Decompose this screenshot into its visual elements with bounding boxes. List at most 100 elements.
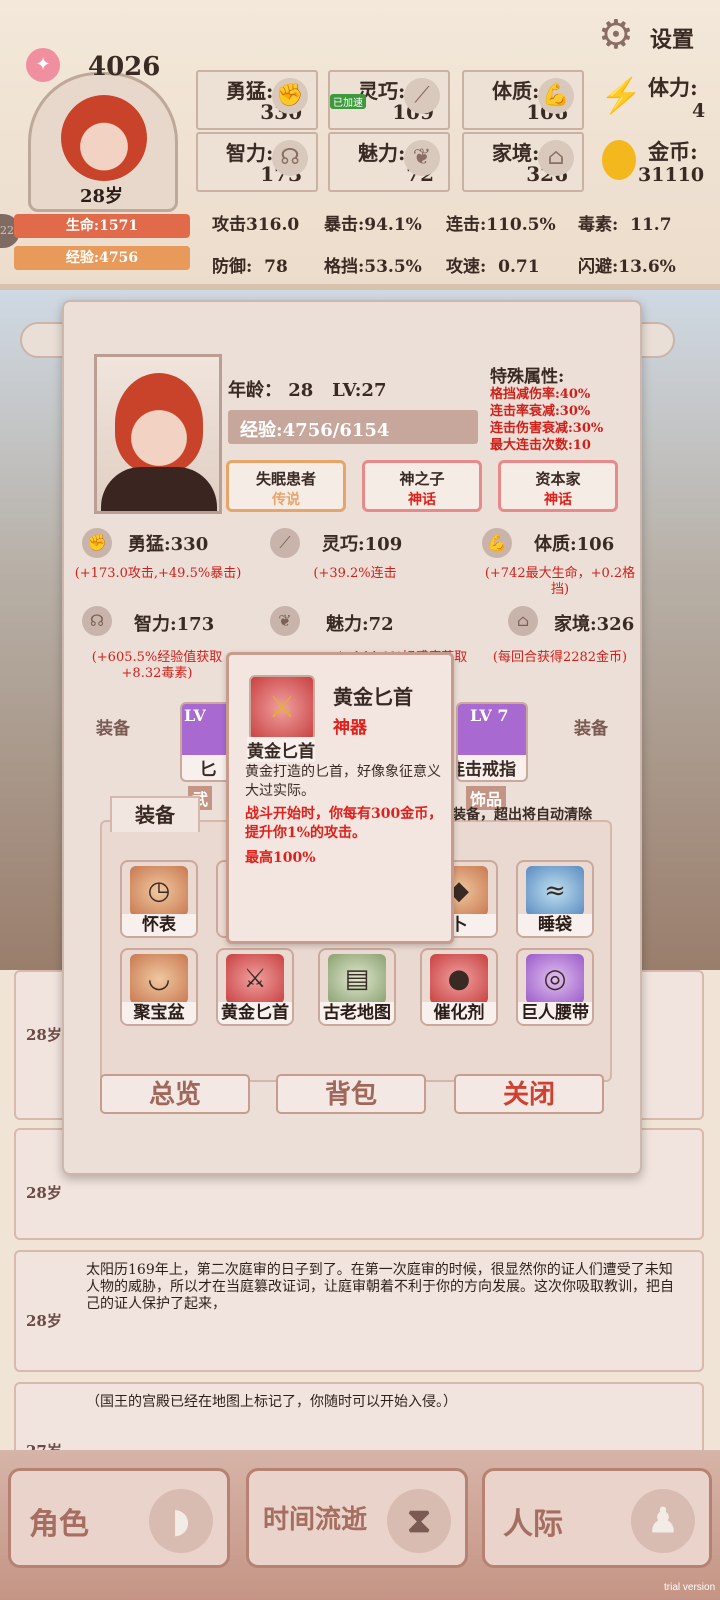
fist-icon: ✊	[272, 78, 308, 114]
character-header: ✦ 4026 28岁 22 生命:1571 经验:4756 勇猛:330✊ 灵巧…	[0, 0, 720, 290]
special-item: 连击伤害衰减:30%	[490, 421, 604, 436]
stat-family[interactable]: 家境:326⌂	[462, 132, 584, 192]
attr-dexterity: 灵巧:109	[322, 534, 403, 555]
trait-card[interactable]: 失眠患者 传说	[226, 460, 346, 512]
attr-family: 家境:326	[554, 614, 635, 635]
special-title: 特殊属性:	[490, 367, 565, 387]
detail-portrait	[94, 354, 222, 514]
slot-level: LV	[184, 706, 206, 725]
brain-icon: ☊	[82, 606, 112, 636]
item-name: 怀表	[122, 914, 196, 936]
settings-button[interactable]: ⚙ 设置	[598, 12, 708, 58]
brain-icon: ☊	[272, 140, 308, 176]
accessory-slot[interactable]: LV 7 连击戒指	[456, 702, 528, 782]
equip-label-right: 装备	[574, 719, 608, 739]
attr-intelligence-desc: (+605.5%经验值获取+8.32毒素)	[91, 650, 223, 681]
inventory-item[interactable]: ◎ 巨人腰带	[516, 948, 594, 1026]
portrait-image	[115, 373, 203, 473]
attr-constitution: 体质:106	[534, 534, 615, 555]
people-icon: ♟	[631, 1489, 695, 1553]
close-button[interactable]: 关闭	[454, 1074, 604, 1114]
overview-button[interactable]: 总览	[100, 1074, 250, 1114]
flower-icon: ❦	[270, 606, 300, 636]
inventory-item[interactable]: ▤ 古老地图	[318, 948, 396, 1026]
home-icon: ⌂	[538, 140, 574, 176]
tooltip-rarity: 神器	[333, 718, 367, 738]
special-list: 格挡减伤率:40% 连击率衰减:30% 连击伤害衰减:30% 最大连击次数:10	[490, 386, 603, 454]
tooltip-icon-label: 黄金匕首	[247, 737, 315, 762]
gold-value: 31110	[638, 164, 705, 186]
item-name: 聚宝盆	[122, 1002, 196, 1024]
bag-button[interactable]: 背包	[276, 1074, 426, 1114]
speedup-tag: 已加速	[330, 94, 366, 109]
item-name: 古老地图	[320, 1002, 394, 1024]
tooltip-desc: 黄金打造的匕首，好像象征意义大过实际。	[245, 764, 441, 799]
attr-charm: 魅力:72	[326, 614, 394, 635]
tooltip-effect: 战斗开始时，你每有300金币，提升你1%的攻击。	[245, 806, 443, 841]
attr-dexterity-desc: (+39.2%连击	[313, 566, 397, 581]
bag-note: 装备，超出将自动清除	[452, 807, 592, 823]
inventory-item-selected[interactable]: ⚔ 黄金匕首	[216, 948, 294, 1026]
item-name: 睡袋	[518, 914, 592, 936]
attr-intelligence: 智力:173	[134, 614, 215, 635]
arm-icon: 💪	[482, 528, 512, 558]
trait-rarity: 神话	[408, 492, 436, 508]
portrait-suit	[101, 467, 217, 511]
inventory-item[interactable]: ● 催化剂	[420, 948, 498, 1026]
log-entry[interactable]: （国王的宫殿已经在地图上标记了，你随时可以开始入侵。） 27岁	[14, 1382, 704, 1460]
trait-name: 神之子	[399, 470, 445, 488]
gear-icon: ⚙	[598, 12, 634, 58]
slot-level: LV 7	[470, 706, 509, 725]
tooltip-cap: 最高100%	[245, 850, 316, 866]
log-text: 太阳历169年上，第二次庭审的日子到了。在第一次庭审的时候，很显然你的证人们遭受…	[86, 1262, 674, 1312]
inventory-item[interactable]: ≈ 睡袋	[516, 860, 594, 938]
special-item: 格挡减伤率:40%	[490, 387, 591, 402]
inventory-item[interactable]: ◡ 聚宝盆	[120, 948, 198, 1026]
attr-constitution-desc: (+742最大生命，+0.2格挡)	[484, 566, 636, 597]
trait-card[interactable]: 资本家 神话	[498, 460, 618, 512]
exp-line: 经验:4756/6154	[240, 420, 390, 441]
item-name: 巨人腰带	[518, 1002, 592, 1024]
bottom-nav: 角色 ◗ 时间流逝 ⧗ 人际 ♟ trial version	[0, 1450, 720, 1600]
log-age: 28岁	[26, 1184, 62, 1202]
trait-name: 资本家	[535, 470, 581, 488]
combat-dodge: 闪避:13.6%	[578, 257, 676, 277]
tooltip-icon: ⚔	[249, 675, 315, 741]
tab-equipment[interactable]: 装备	[110, 796, 200, 832]
flower-icon: ❦	[404, 140, 440, 176]
lightning-icon: ⚡	[600, 76, 643, 116]
stat-charm[interactable]: 魅力:72❦	[328, 132, 450, 192]
log-entry[interactable]: 28岁 太阳历169年上，第二次庭审的日子到了。在第一次庭审的时候，很显然你的证…	[14, 1250, 704, 1372]
stat-constitution[interactable]: 体质:106💪	[462, 70, 584, 130]
log-text: （国王的宫殿已经在地图上标记了，你随时可以开始入侵。）	[86, 1394, 457, 1410]
home-icon: ⌂	[508, 606, 538, 636]
trait-card[interactable]: 神之子 神话	[362, 460, 482, 512]
stamina-value: 4	[692, 100, 706, 122]
hourglass-icon: ⧗	[387, 1489, 451, 1553]
nav-label: 角色	[29, 1507, 89, 1542]
map-icon: ▤	[328, 954, 386, 1004]
age-badge: 28岁	[80, 186, 124, 207]
stat-intelligence[interactable]: 智力:173☊	[196, 132, 318, 192]
catalyst-icon: ●	[430, 954, 488, 1004]
combat-combo: 连击:110.5%	[446, 215, 556, 235]
combat-block: 格挡:53.5%	[324, 257, 422, 277]
gold-coin-icon	[602, 140, 636, 180]
item-tooltip: ⚔ 黄金匕首 黄金匕首 神器 黄金打造的匕首，好像象征意义大过实际。 战斗开始时…	[226, 652, 454, 944]
combat-defense: 防御: 78	[212, 257, 288, 277]
tooltip-title: 黄金匕首	[333, 685, 413, 709]
log-age: 28岁	[26, 1026, 62, 1044]
attr-courage-desc: (+173.0攻击,+49.5%暴击)	[74, 566, 242, 581]
settings-label: 设置	[650, 27, 695, 53]
nav-time-passes[interactable]: 时间流逝 ⧗	[246, 1468, 468, 1568]
exp-bar-label: 经验:4756	[65, 250, 139, 266]
combat-poison: 毒素: 11.7	[578, 215, 672, 235]
inventory-item[interactable]: ◷ 怀表	[120, 860, 198, 938]
belt-icon: ◎	[526, 954, 584, 1004]
sleeping-bag-icon: ≈	[526, 866, 584, 916]
stat-courage[interactable]: 勇猛:330✊	[196, 70, 318, 130]
mask-icon: ◗	[149, 1489, 213, 1553]
nav-relations[interactable]: 人际 ♟	[482, 1468, 712, 1568]
portrait-image	[61, 95, 147, 181]
nav-character[interactable]: 角色 ◗	[8, 1468, 230, 1568]
